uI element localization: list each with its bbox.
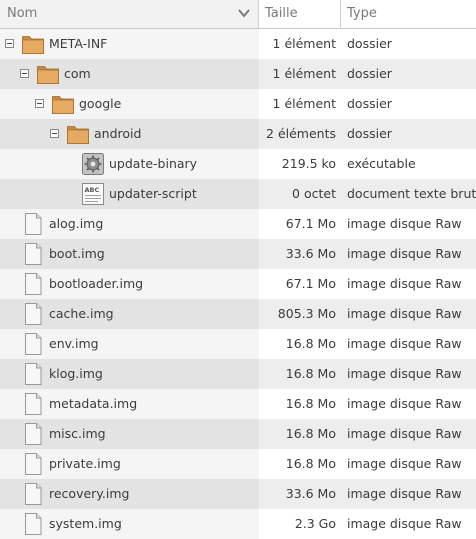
file-type: image disque Raw bbox=[347, 216, 462, 231]
file-type: dossier bbox=[347, 36, 392, 51]
file-name: cache.img bbox=[49, 306, 114, 321]
file-size: 16.8 Mo bbox=[285, 366, 336, 381]
file-name: META-INF bbox=[49, 36, 108, 51]
file-icon bbox=[21, 242, 45, 266]
file-size: 2 éléments bbox=[266, 126, 336, 141]
collapse-expander-icon[interactable] bbox=[35, 99, 44, 108]
text-document-icon: ABC bbox=[81, 182, 105, 206]
sort-descending-icon bbox=[238, 9, 250, 18]
file-icon bbox=[21, 272, 45, 296]
file-row[interactable]: android 2 éléments dossier bbox=[0, 119, 476, 149]
file-row[interactable]: recovery.img 33.6 Mo image disque Raw bbox=[0, 479, 476, 509]
file-size: 1 élément bbox=[272, 96, 336, 111]
column-header-type[interactable]: Type bbox=[341, 0, 476, 28]
file-name: bootloader.img bbox=[49, 276, 144, 291]
file-row[interactable]: klog.img 16.8 Mo image disque Raw bbox=[0, 359, 476, 389]
file-type: image disque Raw bbox=[347, 456, 462, 471]
file-list: META-INF 1 élément dossier com 1 élément doss… bbox=[0, 29, 476, 539]
file-row[interactable]: google 1 élément dossier bbox=[0, 89, 476, 119]
file-row[interactable]: private.img 16.8 Mo image disque Raw bbox=[0, 449, 476, 479]
file-icon bbox=[21, 422, 45, 446]
file-icon bbox=[21, 482, 45, 506]
file-row[interactable]: com 1 élément dossier bbox=[0, 59, 476, 89]
file-type: image disque Raw bbox=[347, 486, 462, 501]
file-size: 805.3 Mo bbox=[277, 306, 336, 321]
file-name: update-binary bbox=[109, 156, 198, 171]
file-size: 67.1 Mo bbox=[285, 216, 336, 231]
file-name: metadata.img bbox=[49, 396, 138, 411]
file-name: recovery.img bbox=[49, 486, 130, 501]
column-header-size[interactable]: Taille bbox=[259, 0, 341, 28]
file-type: exécutable bbox=[347, 156, 416, 171]
file-size: 16.8 Mo bbox=[285, 336, 336, 351]
file-row[interactable]: META-INF 1 élément dossier bbox=[0, 29, 476, 59]
folder-icon bbox=[21, 32, 45, 56]
file-icon bbox=[21, 512, 45, 536]
executable-icon bbox=[81, 152, 105, 176]
file-icon bbox=[21, 302, 45, 326]
folder-icon bbox=[36, 62, 60, 86]
file-size: 33.6 Mo bbox=[285, 486, 336, 501]
file-name: private.img bbox=[49, 456, 121, 471]
file-name: com bbox=[64, 66, 91, 81]
file-type: dossier bbox=[347, 66, 392, 81]
file-size: 67.1 Mo bbox=[285, 276, 336, 291]
file-size: 16.8 Mo bbox=[285, 426, 336, 441]
column-header-name[interactable]: Nom bbox=[0, 0, 259, 28]
file-name: alog.img bbox=[49, 216, 104, 231]
file-size: 33.6 Mo bbox=[285, 246, 336, 261]
column-header-bar: Nom Taille Type bbox=[0, 0, 476, 29]
file-row[interactable]: misc.img 16.8 Mo image disque Raw bbox=[0, 419, 476, 449]
file-name: android bbox=[94, 126, 142, 141]
folder-icon bbox=[51, 92, 75, 116]
file-row[interactable]: env.img 16.8 Mo image disque Raw bbox=[0, 329, 476, 359]
file-type: image disque Raw bbox=[347, 246, 462, 261]
file-type: image disque Raw bbox=[347, 276, 462, 291]
file-size: 16.8 Mo bbox=[285, 396, 336, 411]
file-name: misc.img bbox=[49, 426, 106, 441]
file-type: image disque Raw bbox=[347, 426, 462, 441]
file-size: 219.5 ko bbox=[281, 156, 336, 171]
file-type: dossier bbox=[347, 126, 392, 141]
file-row[interactable]: bootloader.img 67.1 Mo image disque Raw bbox=[0, 269, 476, 299]
file-name: boot.img bbox=[49, 246, 105, 261]
column-header-name-label: Nom bbox=[7, 6, 38, 21]
collapse-expander-icon[interactable] bbox=[20, 69, 29, 78]
file-name: klog.img bbox=[49, 366, 103, 381]
file-type: dossier bbox=[347, 96, 392, 111]
file-size: 16.8 Mo bbox=[285, 456, 336, 471]
column-header-type-label: Type bbox=[347, 6, 377, 21]
file-icon bbox=[21, 452, 45, 476]
collapse-expander-icon[interactable] bbox=[5, 39, 14, 48]
file-row[interactable]: alog.img 67.1 Mo image disque Raw bbox=[0, 209, 476, 239]
file-row[interactable]: boot.img 33.6 Mo image disque Raw bbox=[0, 239, 476, 269]
file-row[interactable]: update-binary 219.5 ko exécutable bbox=[0, 149, 476, 179]
collapse-expander-icon[interactable] bbox=[50, 129, 59, 138]
file-row[interactable]: metadata.img 16.8 Mo image disque Raw bbox=[0, 389, 476, 419]
file-icon bbox=[21, 392, 45, 416]
file-size: 0 octet bbox=[292, 186, 336, 201]
file-name: updater-script bbox=[109, 186, 197, 201]
file-icon bbox=[21, 332, 45, 356]
file-row[interactable]: ABC updater-script 0 octet document texte b… bbox=[0, 179, 476, 209]
file-icon bbox=[21, 212, 45, 236]
file-name: google bbox=[79, 96, 122, 111]
file-row[interactable]: cache.img 805.3 Mo image disque Raw bbox=[0, 299, 476, 329]
file-name: env.img bbox=[49, 336, 99, 351]
svg-text:ABC: ABC bbox=[85, 186, 100, 194]
folder-icon bbox=[66, 122, 90, 146]
file-size: 1 élément bbox=[272, 36, 336, 51]
file-size: 1 élément bbox=[272, 66, 336, 81]
file-type: image disque Raw bbox=[347, 366, 462, 381]
file-type: image disque Raw bbox=[347, 396, 462, 411]
file-type: image disque Raw bbox=[347, 336, 462, 351]
file-type: image disque Raw bbox=[347, 306, 462, 321]
column-header-size-label: Taille bbox=[265, 6, 298, 21]
file-type: document texte brut bbox=[347, 186, 476, 201]
file-icon bbox=[21, 362, 45, 386]
